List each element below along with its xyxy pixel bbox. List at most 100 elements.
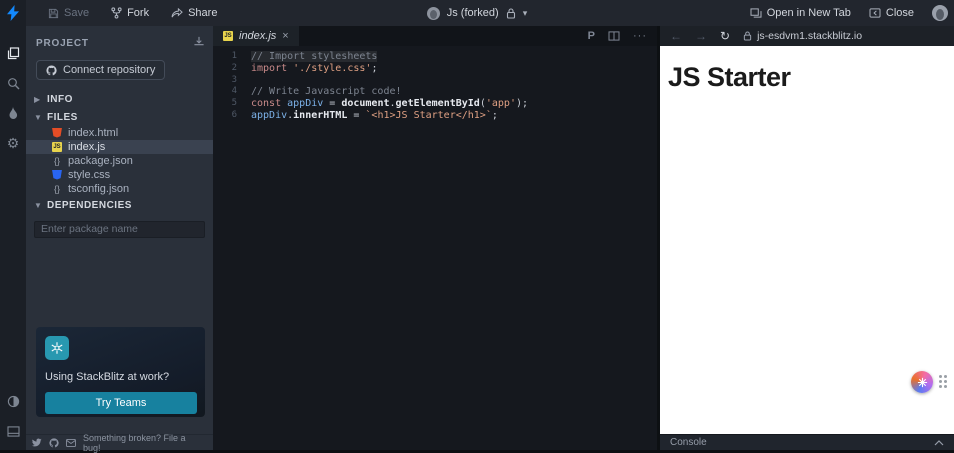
file-row-tsconfig.json[interactable]: {} tsconfig.json (26, 182, 213, 196)
panel-footer: Something broken? File a bug! (26, 434, 213, 450)
code-line-4[interactable]: 4// Write Javascript code! (213, 86, 657, 98)
project-owner-avatar[interactable] (427, 7, 440, 20)
code-line-1[interactable]: 1// Import stylesheets (213, 51, 657, 63)
css-file-icon (52, 170, 62, 180)
settings-gear-icon[interactable]: ⚙ (0, 128, 26, 158)
connect-repository-button[interactable]: Connect repository (36, 60, 165, 80)
fork-button[interactable]: Fork (111, 7, 149, 19)
split-editor-icon[interactable] (608, 31, 620, 41)
stackblitz-logo[interactable] (0, 0, 26, 26)
file-name: style.css (68, 169, 110, 181)
preview-heading: JS Starter (668, 62, 954, 93)
code-token: './style.css' (293, 63, 371, 74)
file-list: index.htmlJSindex.js{}package.jsonstyle.… (26, 126, 213, 196)
tab-index-js[interactable]: JS index.js × (213, 26, 299, 46)
save-button[interactable]: Save (48, 7, 89, 19)
refresh-icon[interactable]: ↻ (720, 30, 730, 42)
section-dependencies-label: DEPENDENCIES (47, 200, 132, 211)
file-name: index.js (68, 141, 105, 153)
lock-icon (743, 31, 752, 41)
github-icon (46, 65, 57, 76)
fork-label: Fork (127, 7, 149, 19)
tab-label: index.js (239, 30, 276, 42)
section-info-label: INFO (47, 94, 73, 105)
code-token: `<h1>JS Starter</h1>` (365, 110, 491, 121)
project-panel-title: PROJECT (36, 38, 89, 49)
code-token: const (251, 98, 281, 109)
code-token: 'app' (486, 98, 516, 109)
console-label: Console (670, 437, 707, 448)
rail-bottom-group (0, 386, 26, 450)
line-number: 5 (213, 98, 237, 110)
github-icon[interactable] (49, 438, 59, 448)
theme-contrast-icon[interactable] (0, 386, 26, 416)
save-label: Save (64, 7, 89, 19)
badge-drag-handle[interactable] (939, 375, 947, 388)
open-in-new-tab-button[interactable]: Open in New Tab (750, 7, 851, 19)
twitter-icon[interactable] (32, 438, 42, 447)
prettier-button[interactable]: P (588, 30, 595, 42)
firebase-icon[interactable] (0, 98, 26, 128)
line-number: 6 (213, 110, 237, 122)
code-line-5[interactable]: 5 const appDiv = document.getElementById(… (213, 98, 657, 110)
save-icon (48, 8, 59, 19)
code-token: getElementById (396, 98, 480, 109)
dependency-search-input[interactable] (34, 221, 205, 238)
forward-arrow-icon[interactable]: → (695, 30, 707, 42)
file-row-package.json[interactable]: {}package.json (26, 154, 213, 168)
code-token: ; (492, 110, 498, 121)
section-files[interactable]: ▼ FILES (26, 108, 213, 126)
teams-promo-card: Using StackBlitz at work? Try Teams (36, 327, 205, 417)
top-bar: Save Fork Share Js (forked) ▾ (0, 0, 954, 26)
line-number: 4 (213, 86, 237, 98)
console-bar[interactable]: Console (660, 434, 954, 450)
search-icon[interactable] (0, 68, 26, 98)
code-token: ); (516, 98, 528, 109)
json-file-icon: {} (52, 156, 62, 166)
file-row-index.html[interactable]: index.html (26, 126, 213, 140)
chevron-down-icon: ▼ (34, 113, 42, 122)
back-arrow-icon[interactable]: ← (670, 30, 682, 42)
lightning-bolt-icon (6, 5, 20, 21)
code-line-6[interactable]: 6 appDiv.innerHTML = `<h1>JS Starter</h1>… (213, 110, 657, 122)
devtools-badge[interactable] (911, 371, 933, 393)
connect-repository-label: Connect repository (63, 64, 155, 76)
code-line-2[interactable]: 2import './style.css'; (213, 63, 657, 75)
lock-icon[interactable] (506, 8, 516, 19)
editor-toolbar: P ··· (588, 30, 657, 42)
project-title: Js (forked) (447, 7, 499, 19)
file-name: tsconfig.json (68, 183, 129, 195)
download-project-icon[interactable] (193, 34, 205, 52)
url-bar[interactable]: js-esdvm1.stackblitz.io (743, 30, 862, 42)
share-button[interactable]: Share (171, 7, 217, 19)
preview-toolbar: ← → ↻ js-esdvm1.stackblitz.io (660, 26, 954, 46)
file-row-index.js[interactable]: JSindex.js (26, 140, 213, 154)
fork-icon (111, 7, 122, 19)
close-tab-icon[interactable]: × (282, 31, 288, 42)
project-files-icon[interactable] (0, 38, 26, 68)
html-file-icon (52, 128, 62, 138)
code-editor[interactable]: 1// Import stylesheets2import './style.c… (213, 46, 657, 122)
user-avatar[interactable] (932, 5, 948, 21)
try-teams-button[interactable]: Try Teams (45, 392, 197, 414)
json-file-icon: {} (52, 184, 62, 194)
section-files-label: FILES (47, 112, 78, 123)
more-options-icon[interactable]: ··· (633, 30, 647, 42)
file-row-style.css[interactable]: style.css (26, 168, 213, 182)
chevron-down-icon[interactable]: ▾ (523, 8, 528, 19)
section-dependencies[interactable]: ▼ DEPENDENCIES (26, 196, 213, 214)
section-info[interactable]: ▶ INFO (26, 90, 213, 108)
project-panel-header: PROJECT (26, 26, 213, 56)
line-text: // Import stylesheets (251, 51, 377, 63)
line-text: const appDiv = document.getElementById('… (251, 98, 528, 110)
email-icon[interactable] (66, 439, 76, 447)
code-line-3[interactable]: 3 (213, 75, 657, 87)
code-token: appDiv (287, 98, 323, 109)
chevron-right-icon: ▶ (34, 95, 42, 104)
line-number: 3 (213, 75, 237, 87)
toggle-panel-icon[interactable] (0, 416, 26, 446)
close-preview-button[interactable]: Close (869, 7, 914, 19)
line-number: 2 (213, 63, 237, 75)
line-text: appDiv.innerHTML = `<h1>JS Starter</h1>`… (251, 110, 498, 122)
code-token: innerHTML (293, 110, 347, 121)
